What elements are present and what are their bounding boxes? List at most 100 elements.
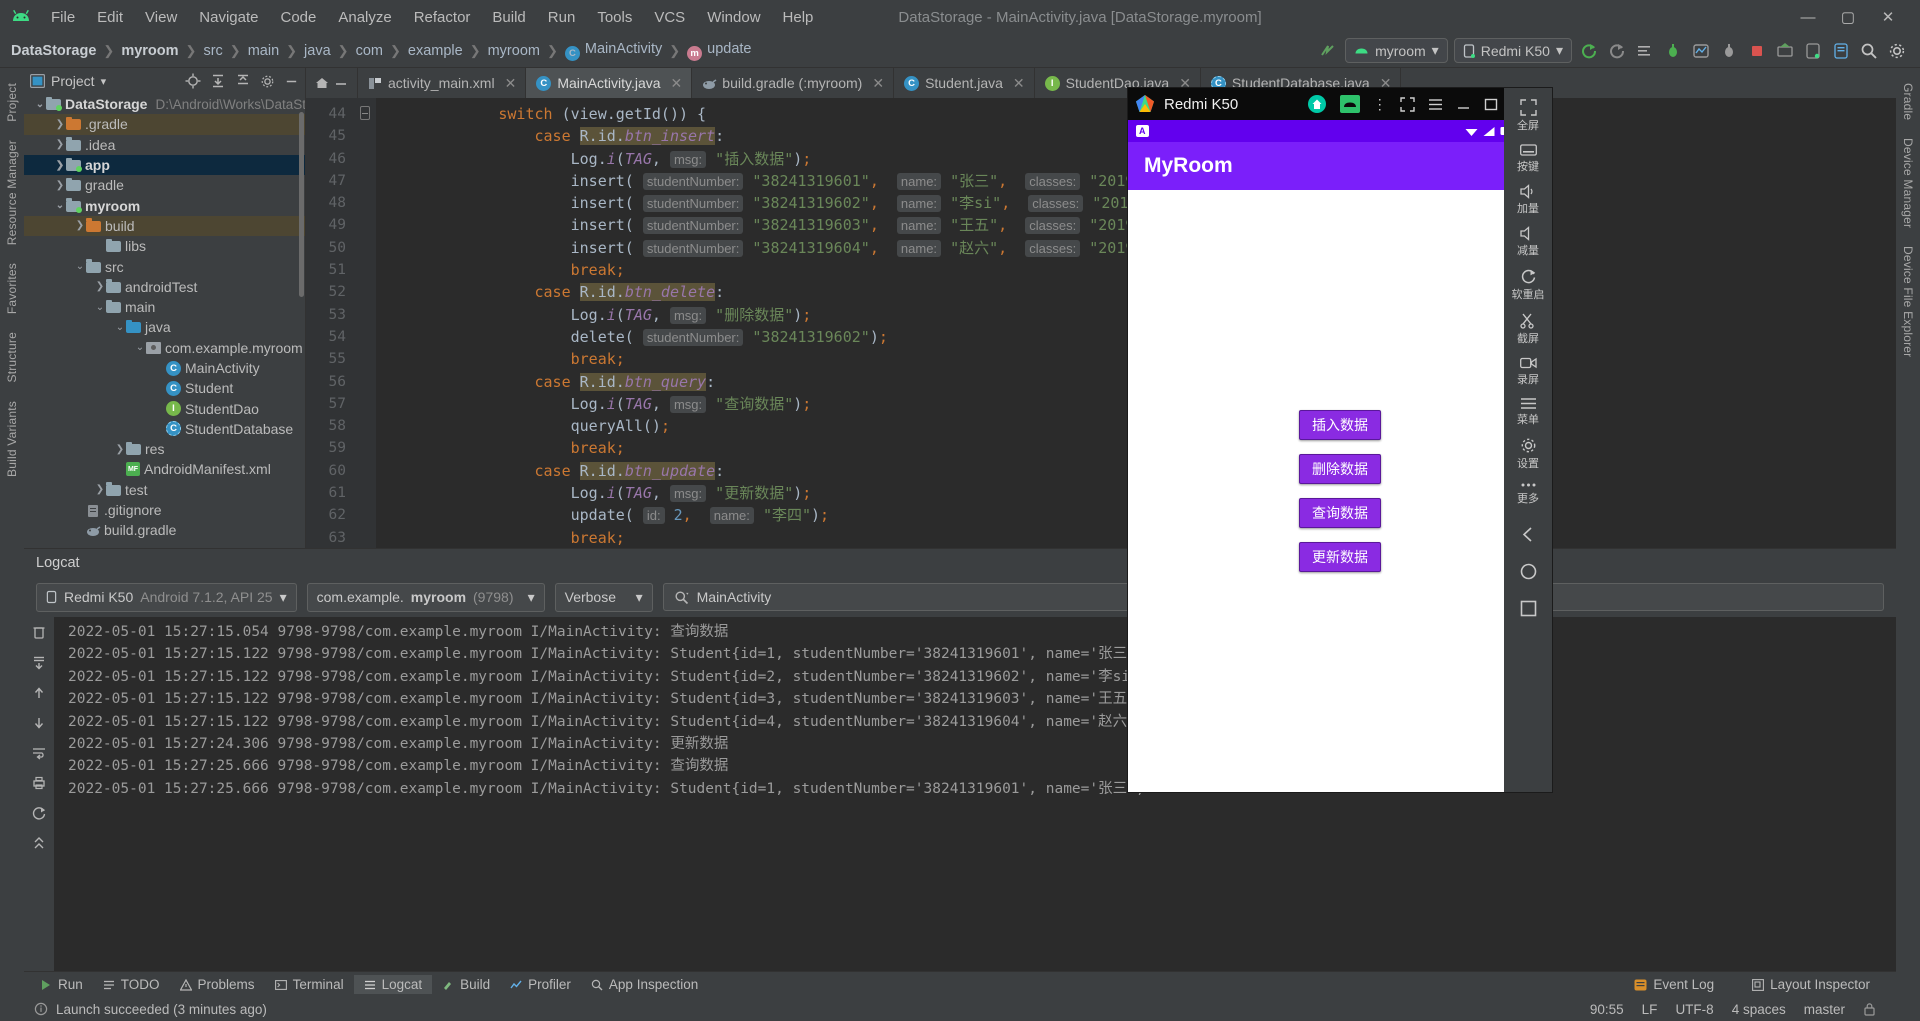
close-tab-icon[interactable]: ✕ (1013, 75, 1025, 92)
chevron-down-icon[interactable]: ⌄ (114, 322, 126, 333)
breadcrumb-item-mainactivity[interactable]: C MainActivity (560, 39, 667, 63)
emulator-more-icon[interactable]: ⋮ (1373, 96, 1387, 113)
line-separator[interactable]: LF (1642, 1002, 1658, 1017)
apply-changes-icon[interactable] (1578, 40, 1600, 62)
tool-window-app-inspection[interactable]: App Inspection (581, 975, 708, 994)
project-settings-gear-icon[interactable] (260, 74, 275, 89)
left-tool-rail[interactable]: Project Resource Manager Favorites Structur… (0, 68, 24, 1021)
editor-tab-activity-main-xml[interactable]: activity_main.xml ✕ (358, 68, 527, 98)
file-encoding[interactable]: UTF-8 (1675, 1002, 1713, 1017)
tree-node-mainactivity[interactable]: C MainActivity (24, 358, 305, 378)
tool-window-terminal[interactable]: Terminal (265, 975, 354, 994)
tree-node-build[interactable]: ❯ build (24, 215, 305, 237)
menu-item-help[interactable]: Help (772, 6, 825, 29)
device-file-explorer-icon[interactable] (1830, 40, 1852, 62)
menu-item-file[interactable]: File (40, 6, 86, 29)
menu-item-view[interactable]: View (134, 6, 188, 29)
chevron-right-icon[interactable]: ❯ (94, 281, 106, 292)
settings-gear-icon[interactable] (1886, 40, 1908, 62)
logcat-side-actions[interactable] (24, 617, 54, 971)
menu-item-window[interactable]: Window (696, 6, 771, 29)
emulator-nav-buttons[interactable] (1519, 525, 1538, 618)
tool-window-build[interactable]: Build (432, 975, 500, 994)
tree-node-student[interactable]: C Student (24, 378, 305, 398)
app-button-query[interactable]: 查询数据 (1299, 498, 1381, 528)
tree-node-.idea[interactable]: ❯ .idea (24, 135, 305, 155)
logcat-line[interactable]: 2022-05-01 15:27:25.666 9798-9798/com.ex… (68, 778, 1896, 800)
code-folding-column[interactable] (354, 98, 376, 548)
tool-tab-project[interactable]: Project (5, 74, 19, 131)
restart-logcat-icon[interactable] (31, 805, 47, 821)
tree-node-androidmanifest.xml[interactable]: MF AndroidManifest.xml (24, 459, 305, 479)
emulator-tool-menu[interactable]: 菜单 (1506, 392, 1550, 430)
tree-node-.gradle[interactable]: ❯ .gradle (24, 114, 305, 135)
breadcrumb-item-datastorage[interactable]: DataStorage (6, 41, 101, 61)
debug-icon[interactable] (1662, 40, 1684, 62)
logcat-level-selector[interactable]: Verbose ▾ (554, 582, 653, 612)
device-selector[interactable]: Redmi K50 ▾ (1453, 38, 1572, 63)
tree-node-.gitignore[interactable]: .gitignore (24, 500, 305, 520)
breadcrumb-item-main[interactable]: main (243, 41, 284, 61)
locate-icon[interactable] (185, 73, 201, 89)
tool-window-event-log[interactable]: Event Log (1624, 975, 1724, 994)
expand-all-icon[interactable] (210, 73, 226, 89)
tool-tab-gradle[interactable]: Gradle (1901, 74, 1915, 129)
close-tab-icon[interactable]: ✕ (872, 75, 884, 92)
tree-node-res[interactable]: ❯ res (24, 439, 305, 459)
tree-node-main[interactable]: ⌄ main (24, 297, 305, 317)
chevron-right-icon[interactable]: ❯ (114, 444, 126, 455)
close-tab-icon[interactable]: ✕ (505, 75, 517, 92)
close-button[interactable]: ✕ (1878, 8, 1898, 26)
chevron-right-icon[interactable]: ❯ (94, 484, 106, 495)
tree-node-myroom[interactable]: ⌄ myroom (24, 195, 305, 215)
fold-marker-icon[interactable] (360, 106, 370, 120)
tool-window-run[interactable]: Run (30, 975, 93, 994)
editor-tab-build-gradle-myroom-[interactable]: build.gradle (:myroom) ✕ (692, 68, 895, 98)
editor-tab-mainactivity-java[interactable]: C MainActivity.java ✕ (526, 68, 693, 98)
up-icon[interactable] (31, 685, 47, 701)
tree-node-build.gradle[interactable]: build.gradle (24, 520, 305, 540)
logcat-line[interactable]: 2022-05-01 15:27:15.122 9798-9798/com.ex… (68, 711, 1896, 733)
tool-tab-favorites[interactable]: Favorites (5, 254, 19, 323)
menu-item-tools[interactable]: Tools (586, 6, 643, 29)
chevron-right-icon[interactable]: ❯ (54, 119, 66, 130)
tree-node-studentdao[interactable]: I StudentDao (24, 398, 305, 418)
chevron-down-icon[interactable]: ⌄ (94, 302, 106, 313)
logcat-line[interactable]: 2022-05-01 15:27:25.666 9798-9798/com.ex… (68, 755, 1896, 777)
emulator-device-icon[interactable] (1339, 95, 1360, 113)
menu-item-refactor[interactable]: Refactor (403, 6, 482, 29)
breadcrumb[interactable]: DataStorage ❯ myroom ❯ src ❯ main ❯ java ❯ com ❯ exa… (6, 39, 757, 63)
logcat-line[interactable]: 2022-05-01 15:27:15.122 9798-9798/com.ex… (68, 688, 1896, 710)
menu-item-analyze[interactable]: Analyze (327, 6, 402, 29)
tool-window-profiler[interactable]: Profiler (500, 975, 581, 994)
tree-node-androidtest[interactable]: ❯ androidTest (24, 277, 305, 297)
emulator-tool-settings[interactable]: 设置 (1506, 432, 1550, 474)
tool-tab-build-variants[interactable]: Build Variants (5, 392, 19, 486)
vcs-branch[interactable]: master (1804, 1002, 1845, 1017)
breadcrumb-item-java[interactable]: java (299, 41, 336, 61)
status-bar-right[interactable]: 90:55 LF UTF-8 4 spaces master (1590, 1002, 1886, 1017)
tool-window-problems[interactable]: Problems (170, 975, 265, 994)
menu-item-edit[interactable]: Edit (86, 6, 134, 29)
emulator-header[interactable]: Redmi K50 ⋮ (1128, 88, 1552, 120)
home-icon[interactable] (1519, 562, 1538, 581)
tree-node-studentdatabase[interactable]: C StudentDatabase (24, 419, 305, 439)
tree-node-com.example.myroom[interactable]: ⌄ com.example.myroom (24, 338, 305, 358)
emulator-tool-restart[interactable]: 软重启 (1506, 263, 1550, 305)
tree-node-java[interactable]: ⌄ java (24, 317, 305, 337)
menu-item-vcs[interactable]: VCS (643, 6, 696, 29)
logcat-line[interactable]: 2022-05-01 15:27:15.054 9798-9798/com.ex… (68, 621, 1896, 643)
project-tree[interactable]: ⌄ DataStorage D:\Android\Works\DataSt ❯ .gra… (24, 94, 305, 548)
chevron-right-icon[interactable]: ❯ (74, 220, 86, 231)
lock-icon[interactable] (1863, 1002, 1876, 1016)
breadcrumb-item-update[interactable]: m update (682, 39, 756, 63)
project-tree-scrollbar[interactable] (299, 112, 304, 297)
down-icon[interactable] (31, 715, 47, 731)
breadcrumb-item-com[interactable]: com (351, 41, 388, 61)
stop-icon[interactable] (1746, 40, 1768, 62)
window-controls[interactable]: — ▢ ✕ (1798, 8, 1912, 27)
tool-window-layout-inspector[interactable]: Layout Inspector (1742, 975, 1880, 994)
logcat-output[interactable]: 2022-05-01 15:27:15.054 9798-9798/com.ex… (54, 617, 1896, 971)
chevron-right-icon[interactable]: ❯ (54, 139, 66, 150)
tool-window-logcat[interactable]: Logcat (353, 975, 433, 994)
